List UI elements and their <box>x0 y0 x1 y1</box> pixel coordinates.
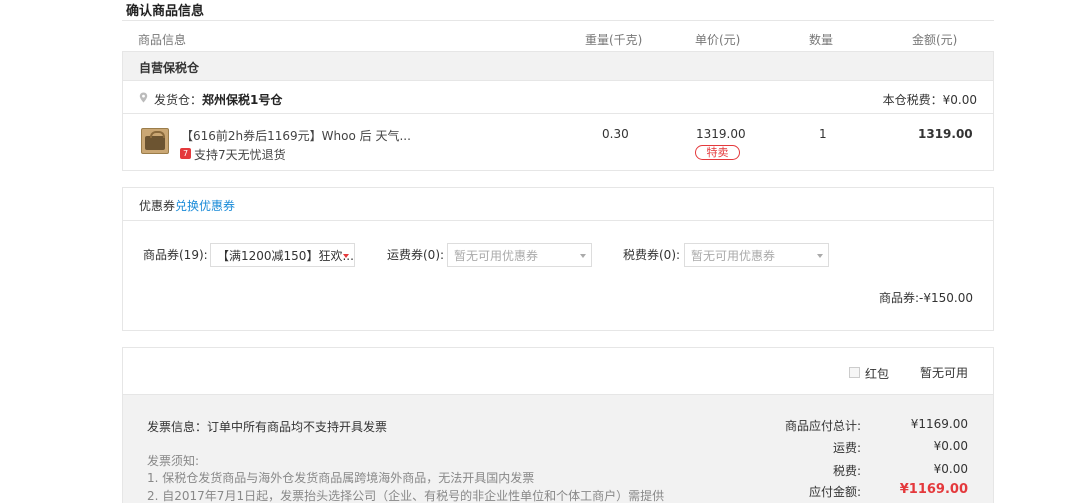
tax-fee-label: 税费: <box>832 464 861 478</box>
shipping-fee-value: ¥0.00 <box>933 439 968 453</box>
shipping-coupon-select[interactable]: 暂无可用优惠券 <box>447 243 592 267</box>
ship-from-label: 发货仓：郑州保税1号仓 <box>154 91 282 108</box>
payable-amount-value: ¥1169.00 <box>899 482 968 497</box>
column-header-amount: 金额(元) <box>912 33 958 47</box>
warehouse-header: 自营保税仓 <box>123 52 993 81</box>
column-header-quantity: 数量 <box>809 33 834 47</box>
red-packet-checkbox[interactable] <box>849 367 860 378</box>
tax-coupon-label: 税费券(0): <box>623 248 681 262</box>
shipping-coupon-value: 暂无可用优惠券 <box>454 249 539 263</box>
product-thumbnail[interactable] <box>141 128 169 154</box>
coupon-title-text: 优惠券 <box>139 199 176 213</box>
product-price: 1319.00 <box>696 127 746 141</box>
warehouse-tax: 本仓税费：¥0.00 <box>882 93 977 107</box>
order-item-box: 自营保税仓 发货仓：郑州保税1号仓 本仓税费：¥0.00 【616前2h券后11… <box>122 51 994 171</box>
column-header-goods: 商品信息 <box>138 33 187 47</box>
tax-coupon-value: 暂无可用优惠券 <box>691 249 776 263</box>
coupon-title: 优惠券兑换优惠券 <box>139 197 235 214</box>
section-title: 确认商品信息 <box>126 4 205 19</box>
goods-coupon-select[interactable]: 【满1200减150】狂欢... <box>210 243 355 267</box>
invoice-info: 发票信息：订单中所有商品均不支持开具发票 <box>147 420 388 434</box>
chevron-down-icon <box>580 254 586 258</box>
red-packet-label: 红包 <box>865 367 890 381</box>
product-amount: 1319.00 <box>918 127 973 141</box>
title-divider <box>122 20 994 21</box>
invoice-notice-line: 2. 自2017年7月1日起，发票抬头选择公司（企业、有税号的非企业性单位和个体… <box>147 489 665 503</box>
coupon-discount-total: 商品券:-¥150.00 <box>879 291 973 305</box>
chevron-down-icon <box>343 254 349 258</box>
tax-fee-value: ¥0.00 <box>933 462 968 476</box>
sale-badge: 特卖 <box>695 145 740 160</box>
product-title-link[interactable]: 【616前2h券后1169元】Whoo 后 天气... <box>181 127 411 144</box>
ship-from-prefix: 发货仓： <box>154 93 203 107</box>
coupon-header: 优惠券兑换优惠券 <box>123 188 993 221</box>
order-summary-panel: 发票信息：订单中所有商品均不支持开具发票 发票须知: 1. 保税仓发货商品与海外… <box>122 395 994 503</box>
tax-coupon-select[interactable]: 暂无可用优惠券 <box>684 243 829 267</box>
goods-total-value: ¥1169.00 <box>910 417 968 431</box>
chevron-down-icon <box>817 254 823 258</box>
coupon-panel: 优惠券兑换优惠券 商品券(19): 【满1200减150】狂欢... 运费券(0… <box>122 187 994 331</box>
column-header-weight: 重量(千克) <box>585 33 643 47</box>
shipping-warehouse-row: 发货仓：郑州保税1号仓 本仓税费：¥0.00 <box>123 81 993 114</box>
shipping-coupon-label: 运费券(0): <box>387 248 445 262</box>
red-packet-panel: 红包 暂无可用 <box>122 347 994 395</box>
product-weight: 0.30 <box>602 127 629 141</box>
return-policy-text: 支持7天无忧退货 <box>194 148 286 162</box>
red-packet-status: 暂无可用 <box>920 366 969 380</box>
invoice-notice-title: 发票须知: <box>147 454 200 468</box>
invoice-notice-line: 1. 保税仓发货商品与海外仓发货商品属跨境海外商品，无法开具国内发票 <box>147 471 535 485</box>
shipping-fee-label: 运费: <box>832 441 861 455</box>
goods-coupon-value: 【满1200减150】狂欢... <box>217 249 354 263</box>
goods-total-label: 商品应付总计: <box>784 419 861 433</box>
column-header-price: 单价(元) <box>695 33 741 47</box>
ship-from-value: 郑州保税1号仓 <box>202 93 283 107</box>
seven-day-return-icon: 7 <box>180 148 191 159</box>
product-quantity: 1 <box>819 127 827 141</box>
payable-amount-label: 应付金额: <box>808 485 861 499</box>
warehouse-name: 自营保税仓 <box>139 61 200 75</box>
redeem-coupon-link[interactable]: 兑换优惠券 <box>175 199 235 213</box>
goods-coupon-label: 商品券(19): <box>143 248 208 262</box>
location-pin-icon <box>139 92 148 103</box>
